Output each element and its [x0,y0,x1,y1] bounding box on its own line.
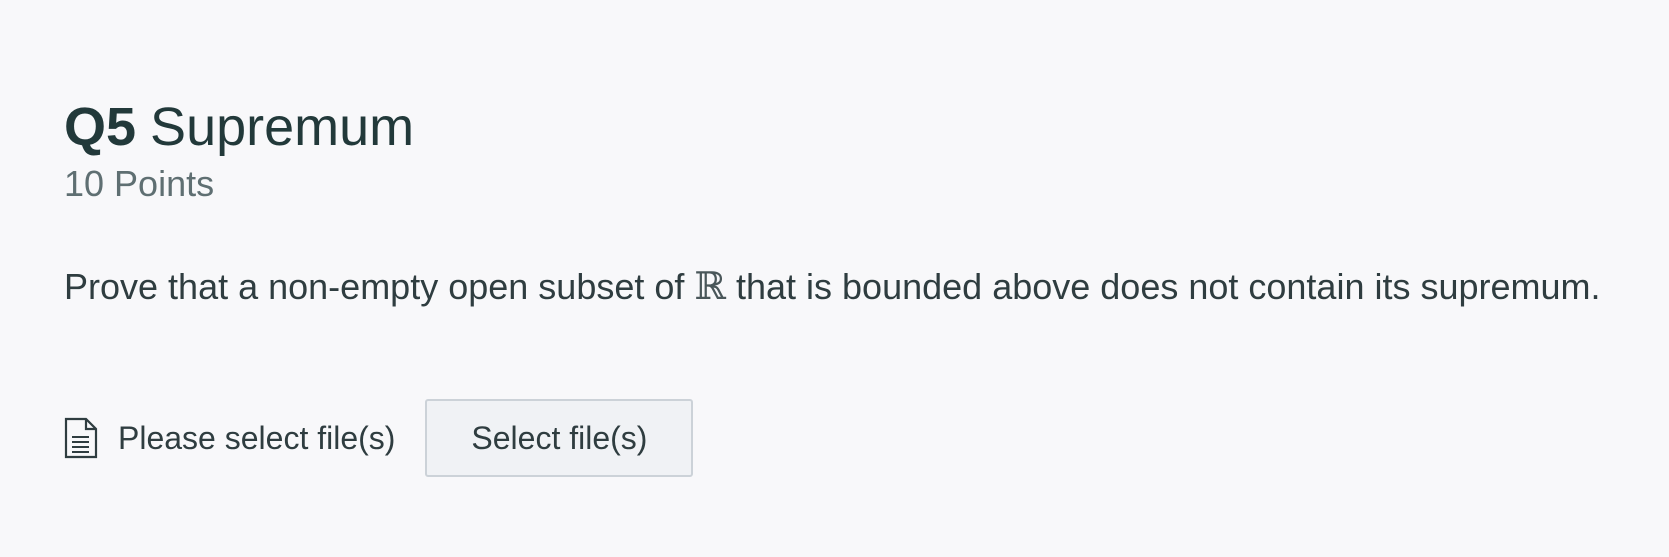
question-prompt: Prove that a non-empty open subset of ℝ … [64,256,1624,317]
question-points: 10 Points [64,163,215,204]
real-numbers-symbol: ℝ [694,263,726,308]
select-files-button[interactable]: Select file(s) [425,399,694,477]
prompt-text-start: Prove that a non-empty open subset of [64,265,695,307]
question-number: Q5 [64,97,137,157]
file-document-icon [64,417,98,459]
question-title: Supremum [150,97,415,157]
prompt-text-end: that is bounded above does not contain i… [725,265,1601,307]
question-heading: Q5 Supremum [64,100,1624,154]
file-upload-area: Please select file(s) Select file(s) [64,398,694,478]
question-card: Q5 Supremum 10 Points Prove that a non-em… [64,100,1624,477]
file-selection-status: Please select file(s) [118,419,396,456]
